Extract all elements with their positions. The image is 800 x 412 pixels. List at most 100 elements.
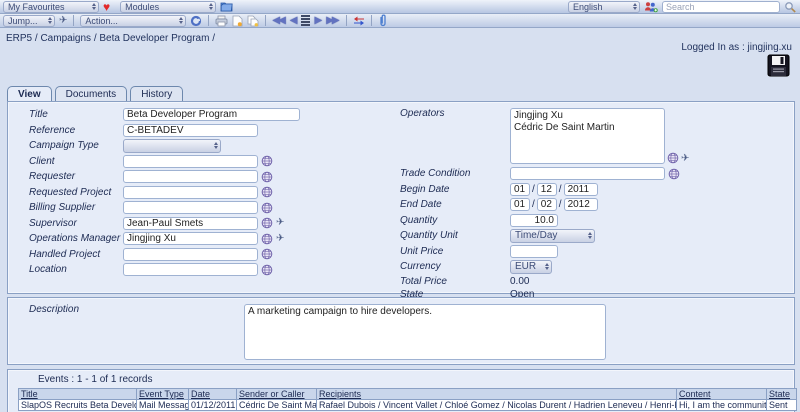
copy-icon[interactable] [247,15,259,27]
campaign-type-select[interactable] [123,139,221,153]
field-row-reference: Reference [29,124,400,137]
last-page-icon[interactable]: ▶▶ [326,16,339,26]
globe-icon[interactable] [261,171,273,183]
jump-relation-icon[interactable]: ✈ [276,234,284,244]
table-row[interactable]: SlapOS Recruits Beta Developers Mail Mes… [19,400,797,411]
globe-icon[interactable] [261,233,273,245]
events-panel: Events : 1 - 1 of 1 records Title Event … [7,369,795,412]
print-icon[interactable] [215,15,228,27]
modules-select[interactable]: Modules [120,1,216,13]
favourites-heart-icon[interactable]: ♥ [103,1,110,13]
favourites-select[interactable]: My Favourites [3,1,99,13]
description-label: Description [29,304,244,364]
end-date-month-input[interactable] [537,198,557,211]
quantity-unit-select-value: Time/Day [515,230,557,241]
unit-price-input[interactable] [510,245,558,258]
requested-project-input[interactable] [123,186,258,199]
column-header-event-type-label: Event Type [139,389,184,399]
toolbar-divider [265,15,266,26]
breadcrumb[interactable]: ERP5 / Campaigns / Beta Developer Progra… [6,33,215,44]
field-row-trade-condition: Trade Condition [400,167,794,180]
search-input[interactable] [662,1,780,13]
globe-icon[interactable] [261,248,273,260]
language-select[interactable]: English [568,1,640,13]
globe-icon[interactable] [668,168,680,180]
sort-icon[interactable] [353,15,365,26]
previous-page-icon[interactable]: ◀ [290,16,298,26]
column-header-title[interactable]: Title [19,389,137,400]
jump-plane-icon[interactable]: ✈ [59,16,67,26]
first-page-icon[interactable]: ◀◀ [272,16,285,26]
end-date-day-input[interactable] [510,198,530,211]
date-separator: / [532,199,535,210]
begin-date-year-input[interactable] [564,183,598,196]
refresh-icon[interactable] [190,15,202,27]
reference-input[interactable] [123,124,258,137]
column-header-date-label: Date [191,389,210,399]
column-header-state[interactable]: State [767,389,797,400]
requester-input[interactable] [123,170,258,183]
toolbar-divider [371,15,372,26]
location-input[interactable] [123,263,258,276]
column-header-recipients[interactable]: Recipients [317,389,677,400]
title-input[interactable] [123,108,300,121]
column-header-date[interactable]: Date [189,389,237,400]
supervisor-input[interactable] [123,217,258,230]
end-date-year-input[interactable] [564,198,598,211]
list-view-icon[interactable] [301,15,310,26]
date-separator: / [532,184,535,195]
quantity-input[interactable] [510,214,558,227]
campaign-type-label: Campaign Type [29,140,123,151]
next-page-icon[interactable]: ▶ [314,16,322,26]
column-header-event-type[interactable]: Event Type [137,389,189,400]
event-content-cell: Hi, I am the community m [677,400,767,411]
action-select[interactable]: Action... [80,15,186,27]
page-header: ERP5 / Campaigns / Beta Developer Progra… [0,28,800,84]
events-title: Events : 1 - 1 of 1 records [10,373,792,388]
globe-icon[interactable] [261,217,273,229]
toolbar-top: My Favourites ♥ Modules English [0,0,800,14]
begin-date-day-input[interactable] [510,183,530,196]
handled-project-input[interactable] [123,248,258,261]
column-header-content[interactable]: Content [677,389,767,400]
jump-relation-icon[interactable]: ✈ [681,154,689,164]
globe-icon[interactable] [261,264,273,276]
jump-select[interactable]: Jump... [3,15,55,27]
date-separator: / [559,184,562,195]
search-icon[interactable] [784,1,797,13]
requested-project-label: Requested Project [29,187,123,198]
tab-documents[interactable]: Documents [55,86,128,101]
quantity-unit-select[interactable]: Time/Day [510,229,595,243]
modules-select-value: Modules [125,2,159,12]
description-textarea[interactable]: A marketing campaign to hire developers. [244,304,606,360]
tab-history[interactable]: History [130,86,183,101]
globe-icon[interactable] [667,152,679,164]
save-icon[interactable] [767,54,790,77]
globe-icon[interactable] [261,155,273,167]
attachment-icon[interactable] [378,14,388,27]
new-document-icon[interactable] [232,15,243,27]
favourites-select-value: My Favourites [8,2,65,12]
globe-icon[interactable] [261,202,273,214]
trade-condition-label: Trade Condition [400,168,510,179]
open-folder-icon[interactable] [220,1,233,12]
globe-icon[interactable] [261,186,273,198]
currency-select-value: EUR [515,261,536,272]
operations-manager-input[interactable] [123,232,258,245]
begin-date-month-input[interactable] [537,183,557,196]
user-icon[interactable] [644,1,658,13]
field-row-location: Location [29,263,400,276]
tab-view[interactable]: View [7,86,52,101]
field-row-quantity-unit: Quantity Unit Time/Day [400,229,794,242]
column-header-sender[interactable]: Sender or Caller [237,389,317,400]
currency-select[interactable]: EUR [510,260,552,274]
billing-supplier-input[interactable] [123,201,258,214]
event-title-cell[interactable]: SlapOS Recruits Beta Developers [19,400,137,411]
trade-condition-input[interactable] [510,167,665,180]
jump-relation-icon[interactable]: ✈ [276,218,284,228]
column-header-recipients-label: Recipients [319,389,361,399]
event-date-cell: 01/12/2011 [189,400,237,411]
field-row-client: Client [29,155,400,168]
operators-textarea[interactable]: Jingjing Xu Cédric De Saint Martin [510,108,665,164]
client-input[interactable] [123,155,258,168]
